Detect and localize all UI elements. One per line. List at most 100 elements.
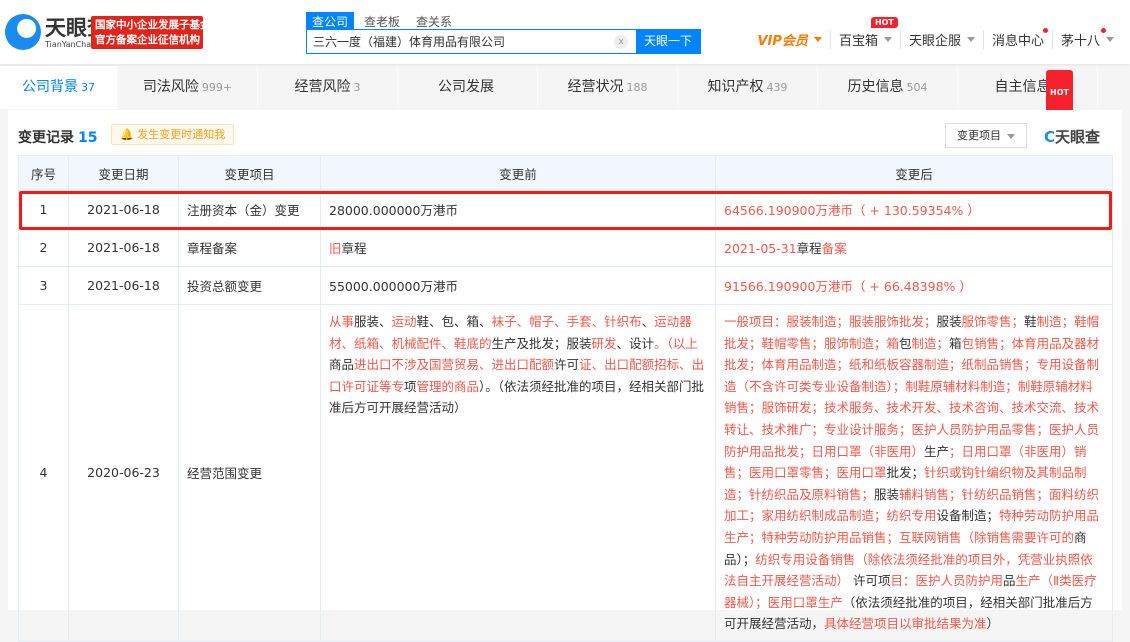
logo-eye-icon: C <box>1044 128 1056 146</box>
unread-dot-icon <box>1101 28 1106 33</box>
cell-date: 2021-06-18 <box>68 190 179 229</box>
clear-icon[interactable]: x <box>614 34 628 49</box>
unchanged-text: 许可项 <box>849 573 891 589</box>
chevron-down-icon <box>1007 134 1015 139</box>
unchanged-text: 许可 <box>554 357 580 373</box>
slogan-banner: 国家中小企业发展子基金旗下官方备案企业征信机构 <box>91 16 203 49</box>
user-menu[interactable]: 茅十八 <box>1051 28 1122 49</box>
filter-label: 变更项目 <box>957 129 1001 142</box>
chevron-down-icon <box>883 37 892 42</box>
tab-label: 历史信息 <box>847 79 904 95</box>
cell-date: 2021-06-18 <box>68 228 179 267</box>
record-count: 15 <box>78 130 98 146</box>
tab-label: 司法风险 <box>142 79 199 95</box>
unchanged-text: 包 <box>899 335 912 351</box>
tab-4[interactable]: 经营状况 188 <box>538 66 678 109</box>
tab-label: 知识产权 <box>707 79 764 95</box>
brand-watermark: C天眼查 <box>1044 126 1100 147</box>
unchanged-text: 章程 <box>341 241 367 256</box>
tab-7[interactable]: 自主信息1HOT <box>958 66 1098 115</box>
changed-text: 服饰零售； <box>961 314 1025 329</box>
unchanged-text: 设备制造； <box>936 508 1000 524</box>
changed-text: 91566.190900万港币（ + 66.48398% ） <box>724 279 972 294</box>
messages-link[interactable]: 消息中心 <box>982 28 1052 49</box>
cell-before: 从事服装、运动鞋、包、箱、袜子、帽子、手套、针织布、运动器材、纸箱、机械配件、鞋… <box>320 304 716 642</box>
changed-text: 进出口不涉及国营 <box>354 357 455 373</box>
table-row: 1 2021-06-18 注册资本（金）变更 28000.000000万港币 6… <box>18 190 1113 229</box>
bell-icon: 🔔 <box>120 128 134 141</box>
tab-label: 公司背景 <box>22 79 78 95</box>
tab-label: 经营风险 <box>294 79 351 95</box>
change-records-table: 序号 变更日期 变更项目 变更前 变更后 1 2021-06-18 注册资本（金… <box>18 155 1113 642</box>
cell-before: 55000.000000万港币 <box>320 266 716 305</box>
changed-text: 制造； <box>911 335 950 351</box>
cell-after: 64566.190900万港币（ + 130.59354% ） <box>715 190 1113 229</box>
cell-after: 一般项目：服装制造；服装服饰批发；服装服饰零售；鞋制造；鞋帽批发；鞋帽零售；服饰… <box>715 304 1113 642</box>
cell-no: 2 <box>18 228 69 267</box>
notify-label: 发生变更时通知我 <box>137 128 226 141</box>
chevron-down-icon <box>813 37 822 42</box>
hot-badge: HOT <box>870 17 898 28</box>
unchanged-text: 项 <box>404 378 417 394</box>
unchanged-text: 品 <box>1003 573 1016 589</box>
logo-eye-icon <box>5 14 41 50</box>
cell-after: 2021-05-31章程备案 <box>715 228 1113 267</box>
tab-count: 37 <box>81 81 95 94</box>
cell-item: 经营范围变更 <box>178 304 321 642</box>
unchanged-text: 服装 <box>936 314 962 329</box>
section-tabs: 公司背景 37 司法风险 999+ 经营风险 3 公司发展 经营状况 188 知识产权 439 历史信… <box>0 66 1130 115</box>
changed-text: 2021-05-31 <box>724 241 797 256</box>
top-header: 天眼查TianYanCha.com 国家中小企业发展子基金旗下官方备案企业征信机… <box>0 0 1130 64</box>
changed-text: 运动 <box>391 314 417 329</box>
tab-3[interactable]: 公司发展 <box>398 66 538 109</box>
unchanged-text: 服装 <box>874 486 900 502</box>
cell-item: 章程备案 <box>178 228 321 267</box>
change-item-filter[interactable]: 变更项目 <box>945 123 1027 148</box>
cell-before: 28000.000000万港币 <box>320 190 716 229</box>
tab-0[interactable]: 公司背景 37 <box>0 66 118 109</box>
unchanged-text: 商品 <box>329 357 355 373</box>
qifu-label: 天眼企服 <box>908 34 961 49</box>
slogan-line: 官方备案企业征信机构 <box>95 34 200 46</box>
tab-count: 504 <box>906 81 928 94</box>
unchanged-text: 、设计 <box>616 335 655 351</box>
cell-item: 投资总额变更 <box>178 266 321 305</box>
changed-text: 旧 <box>329 241 342 256</box>
brand-name: 天眼查 <box>1055 128 1101 146</box>
col-date: 变更日期 <box>68 155 179 191</box>
col-before: 变更前 <box>320 155 716 191</box>
tab-count: 439 <box>766 81 788 94</box>
qifu-menu[interactable]: 天眼企服 <box>899 30 983 49</box>
vip-menu[interactable]: VIP会员 <box>750 30 830 49</box>
slogan-line: 国家中小企业发展子基金旗下 <box>95 19 203 31</box>
unchanged-text: 批发； <box>886 465 925 481</box>
tab-2[interactable]: 经营风险 3 <box>258 66 398 109</box>
tab-label: 公司发展 <box>438 79 494 95</box>
baibaoxiang-label: 百宝箱 <box>838 34 878 49</box>
changed-text: 从事 <box>329 314 355 329</box>
tab-1[interactable]: 司法风险 999+ <box>118 66 258 109</box>
table-row: 2 2021-06-18 章程备案 旧章程 2021-05-31章程备案 <box>18 228 1113 267</box>
cell-no: 3 <box>18 266 69 305</box>
tab-6[interactable]: 历史信息 504 <box>818 66 958 109</box>
cell-no: 1 <box>18 190 69 229</box>
changed-text: 包销售；体育用品及器材批发；体育用品制造；纸和纸板容器制造；纸制品销售；专用设备… <box>724 335 1100 459</box>
table-row: 4 2020-06-23 经营范围变更 从事服装、运动鞋、包、箱、袜子、帽子、手… <box>18 304 1113 642</box>
changed-text: 。（以上 <box>654 335 698 351</box>
unchanged-text: 生产及批发；服装 <box>491 335 592 351</box>
col-after: 变更后 <box>715 155 1113 191</box>
search-input[interactable] <box>307 34 614 49</box>
search-button[interactable]: 天眼一下 <box>636 29 700 54</box>
cell-date: 2021-06-18 <box>68 266 179 305</box>
tab-count: 999+ <box>201 81 233 94</box>
cell-after: 91566.190900万港币（ + 66.48398% ） <box>715 266 1113 305</box>
baibaoxiang-menu[interactable]: 百宝箱 HOT <box>829 17 900 49</box>
notify-button[interactable]: 🔔 发生变更时通知我 <box>111 124 235 145</box>
tab-5[interactable]: 知识产权 439 <box>678 66 818 109</box>
section-title: 变更记录 15 <box>18 127 97 147</box>
unchanged-text: 鞋 <box>1024 314 1037 329</box>
cell-item: 注册资本（金）变更 <box>178 190 321 229</box>
table-row: 3 2021-06-18 投资总额变更 55000.000000万港币 9156… <box>18 266 1113 305</box>
chevron-down-icon <box>1106 37 1114 42</box>
cell-before: 旧章程 <box>320 228 716 267</box>
